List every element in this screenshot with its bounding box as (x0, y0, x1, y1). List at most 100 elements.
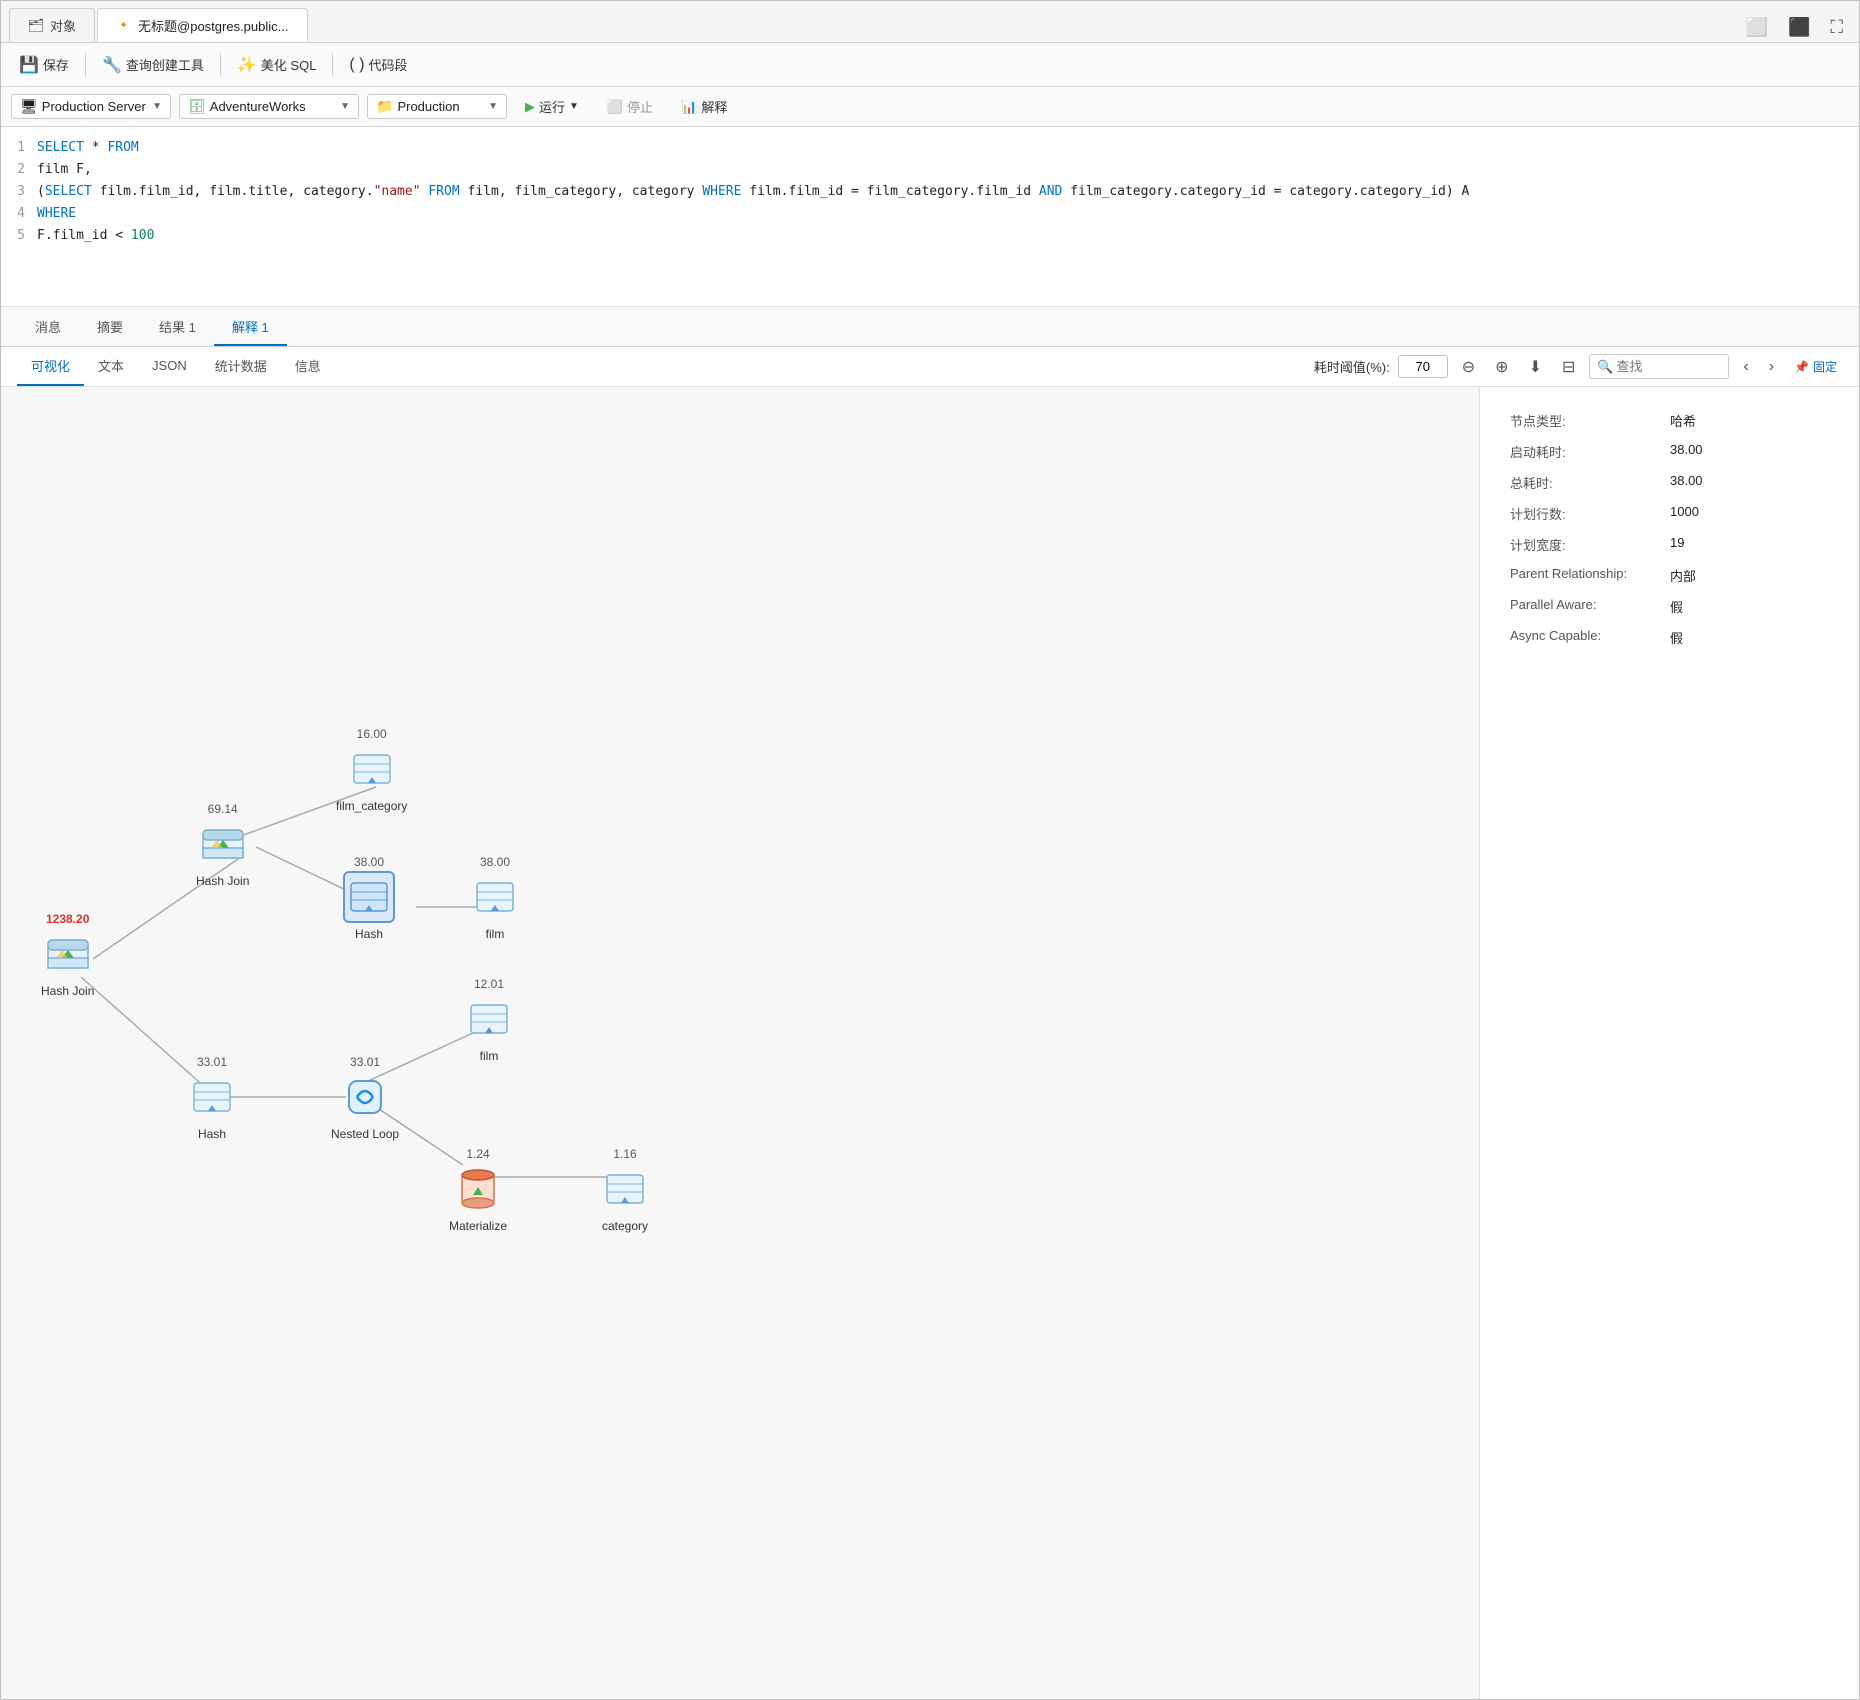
node-nested-loop-label: Nested Loop (331, 1127, 399, 1141)
view-tab-json[interactable]: JSON (138, 348, 201, 386)
node-hash-left-label: Hash (198, 1127, 226, 1141)
save-icon: 💾 (19, 55, 39, 75)
search-icon: 🔍 (1597, 359, 1613, 375)
beautify-button[interactable]: ✨ 美化 SQL (229, 51, 325, 79)
node-film-top-cost: 38.00 (480, 855, 510, 869)
node-film-category[interactable]: 16.00 film_category (336, 727, 407, 813)
sql-line-5: 5 F.film_id < 100 (1, 225, 1859, 247)
node-materialize-cost: 1.24 (466, 1147, 489, 1161)
sql-editor[interactable]: 1 SELECT * FROM 2 film F, 3 (SELECT film… (1, 127, 1859, 307)
tab-query[interactable]: 🔸 无标题@postgres.public... (97, 8, 307, 42)
sep-3 (332, 53, 333, 77)
zoom-in-button[interactable]: ⊕ (1489, 353, 1514, 381)
run-icon: ▶ (525, 99, 535, 115)
query-tool-button[interactable]: 🔧 查询创建工具 (94, 51, 212, 79)
server-select-arrow: ▼ (152, 101, 162, 112)
tab-explain1[interactable]: 解释 1 (214, 308, 287, 346)
node-film-mid-icon (463, 993, 515, 1045)
run-button[interactable]: ▶ 运行 ▼ (515, 93, 589, 120)
node-hash-join-top[interactable]: 1238.20 Hash Join (41, 912, 94, 998)
schema-select[interactable]: 📁 Production ▼ (367, 94, 507, 119)
node-hash-left[interactable]: 33.01 Hash (186, 1055, 238, 1141)
tab-results1[interactable]: 结果 1 (141, 308, 214, 346)
node-film-mid-cost: 12.01 (474, 977, 504, 991)
code-snippet-button[interactable]: ( ) 代码段 (341, 51, 415, 78)
node-materialize-label: Materialize (449, 1219, 507, 1233)
detail-row-1: 启动耗时: 38.00 (1510, 442, 1829, 461)
sep-1 (85, 53, 86, 77)
node-film-mid-label: film (480, 1049, 499, 1063)
node-hash-mid-cost: 38.00 (354, 855, 384, 869)
pin-icon: 📌 (1794, 360, 1809, 374)
query-tool-icon: 🔧 (102, 55, 122, 75)
view-tab-info[interactable]: 信息 (281, 348, 335, 386)
beautify-icon: ✨ (237, 55, 257, 75)
filter-button[interactable]: ⊟ (1556, 353, 1581, 381)
node-hash-join-mid-icon (197, 818, 249, 870)
main-toolbar: 💾 保存 🔧 查询创建工具 ✨ 美化 SQL ( ) 代码段 (1, 43, 1859, 87)
maximize-button[interactable]: ⛶ (1822, 13, 1851, 42)
window-controls: ⬜ ⬛ ⛶ (1738, 13, 1851, 42)
download-button[interactable]: ⬇ (1523, 353, 1548, 381)
sql-line-3: 3 (SELECT film.film_id, film.title, cate… (1, 181, 1859, 203)
db-select-arrow: ▼ (340, 101, 350, 112)
server-icon: 🖥 (20, 98, 38, 115)
node-film-mid[interactable]: 12.01 film (463, 977, 515, 1063)
viz-area: 1238.20 Hash Join 69.14 Hash Join (1, 387, 1479, 1699)
prev-icon: ‹ (1743, 358, 1748, 375)
connection-bar: 🖥 Production Server ▼ 🗄 AdventureWorks ▼… (1, 87, 1859, 127)
split-horizontal-button[interactable]: ⬜ (1738, 13, 1776, 42)
detail-row-2: 总耗时: 38.00 (1510, 473, 1829, 492)
view-tab-visualize[interactable]: 可视化 (17, 348, 84, 386)
view-tab-stats[interactable]: 统计数据 (201, 348, 281, 386)
threshold-input[interactable] (1398, 355, 1448, 378)
node-hash-join-top-cost: 1238.20 (46, 912, 89, 926)
node-film-category-label: film_category (336, 799, 407, 813)
node-nested-loop-icon (339, 1071, 391, 1123)
save-button[interactable]: 💾 保存 (11, 51, 77, 79)
view-tab-text[interactable]: 文本 (84, 348, 138, 386)
node-film-top[interactable]: 38.00 film (469, 855, 521, 941)
next-button[interactable]: › (1763, 354, 1780, 380)
node-hash-left-cost: 33.01 (197, 1055, 227, 1069)
server-select[interactable]: 🖥 Production Server ▼ (11, 94, 171, 119)
detail-row-6: Parallel Aware: 假 (1510, 597, 1829, 616)
split-vertical-button[interactable]: ⬛ (1780, 13, 1818, 42)
stop-button[interactable]: ⬜ 停止 (597, 93, 663, 120)
schema-icon: 📁 (376, 98, 393, 115)
node-materialize[interactable]: 1.24 Materialize (449, 1147, 507, 1233)
pin-button[interactable]: 📌 固定 (1788, 354, 1843, 379)
node-category-label: category (602, 1219, 648, 1233)
zoom-in-icon: ⊕ (1495, 359, 1508, 376)
main-content: 1238.20 Hash Join 69.14 Hash Join (1, 387, 1859, 1699)
node-hash-join-mid-label: Hash Join (196, 874, 249, 888)
node-materialize-icon (452, 1163, 504, 1215)
prev-button[interactable]: ‹ (1737, 354, 1754, 380)
node-film-category-icon (346, 743, 398, 795)
node-hash-join-mid[interactable]: 69.14 Hash Join (196, 802, 249, 888)
tab-messages[interactable]: 消息 (17, 308, 79, 346)
node-nested-loop[interactable]: 33.01 Nested Loop (331, 1055, 399, 1141)
node-hash-mid[interactable]: 38.00 Hash (343, 855, 395, 941)
tab-objects[interactable]: 🗂 对象 (9, 8, 95, 42)
node-hash-join-top-label: Hash Join (41, 984, 94, 998)
db-select[interactable]: 🗄 AdventureWorks ▼ (179, 94, 359, 119)
threshold-area: 耗时阈值(%): ⊖ ⊕ ⬇ ⊟ 🔍 ‹ › (1314, 353, 1843, 381)
detail-row-3: 计划行数: 1000 (1510, 504, 1829, 523)
schema-select-arrow: ▼ (488, 101, 498, 112)
node-hash-left-icon (186, 1071, 238, 1123)
result-tabs: 消息 摘要 结果 1 解释 1 (1, 307, 1859, 347)
node-film-category-cost: 16.00 (357, 727, 387, 741)
table-icon: 🗂 (28, 18, 44, 34)
node-nested-loop-cost: 33.01 (350, 1055, 380, 1069)
zoom-out-button[interactable]: ⊖ (1456, 353, 1481, 381)
explain-button[interactable]: 📊 解释 (671, 93, 737, 120)
node-category[interactable]: 1.16 category (599, 1147, 651, 1233)
node-hash-mid-label: Hash (355, 927, 383, 941)
sep-2 (220, 53, 221, 77)
tab-summary[interactable]: 摘要 (79, 308, 141, 346)
query-icon: 🔸 (116, 17, 132, 33)
code-icon: ( ) (349, 56, 364, 74)
node-category-icon (599, 1163, 651, 1215)
explain-icon: 📊 (681, 99, 697, 115)
